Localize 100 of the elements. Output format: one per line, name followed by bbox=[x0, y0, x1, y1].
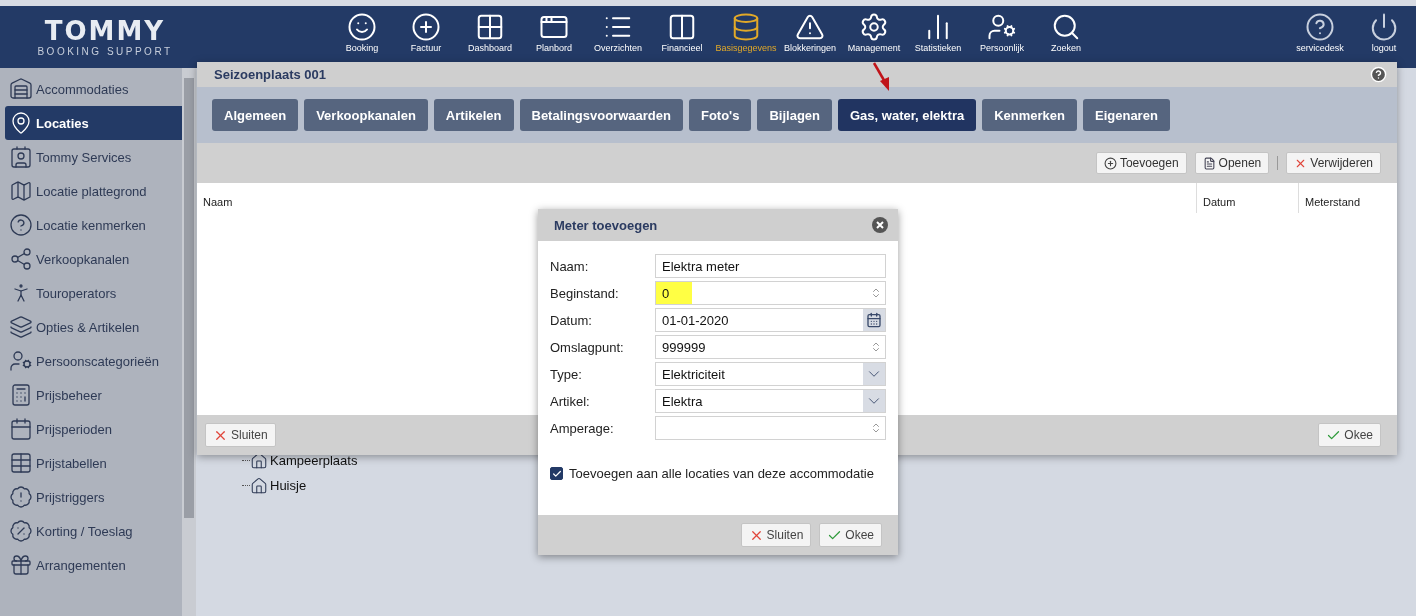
checkbox[interactable] bbox=[550, 467, 563, 480]
scrollbar[interactable] bbox=[182, 68, 196, 616]
tab[interactable]: Kenmerken bbox=[982, 99, 1077, 131]
tab[interactable]: Algemeen bbox=[212, 99, 299, 131]
column-header[interactable]: Datum bbox=[1196, 183, 1298, 213]
nav-item[interactable]: logout bbox=[1352, 6, 1416, 68]
field-label: Beginstand: bbox=[550, 285, 620, 301]
nav-item[interactable]: servicedesk bbox=[1288, 6, 1352, 68]
help-icon[interactable] bbox=[1370, 66, 1387, 83]
close-icon[interactable] bbox=[872, 217, 888, 233]
toolbar-button[interactable]: Openen bbox=[1194, 152, 1270, 174]
nav-item[interactable]: Dashboard bbox=[458, 6, 522, 68]
logo[interactable]: TOMMY BOOKING SUPPORT bbox=[0, 6, 330, 68]
sidebar-item[interactable]: Verkoopkanalen bbox=[5, 242, 182, 276]
nav-item[interactable]: Zoeken bbox=[1034, 6, 1098, 68]
map-icon bbox=[9, 179, 33, 203]
nav-item[interactable]: Financieel bbox=[650, 6, 714, 68]
database-icon bbox=[731, 12, 761, 42]
sidebar-item[interactable]: Prijsbeheer bbox=[5, 378, 182, 412]
nav-item[interactable]: Management bbox=[842, 6, 906, 68]
nav-item[interactable]: Blokkeringen bbox=[778, 6, 842, 68]
tab[interactable]: Foto's bbox=[688, 99, 752, 131]
dialog-button[interactable]: Sluiten bbox=[740, 523, 812, 547]
checkbox-label: Toevoegen aan alle locaties van deze accommodatie bbox=[569, 466, 874, 481]
percent-icon bbox=[9, 519, 33, 543]
document-icon bbox=[1202, 156, 1216, 170]
grid-icon bbox=[475, 12, 505, 42]
sidebar-item[interactable]: Tommy Services bbox=[5, 140, 182, 174]
map-pin-icon bbox=[9, 111, 33, 135]
sidebar-item[interactable]: Prijstabellen bbox=[5, 446, 182, 480]
field-label: Omslagpunt: bbox=[550, 339, 625, 355]
question-icon bbox=[9, 213, 33, 237]
columns-icon bbox=[667, 12, 697, 42]
table-icon bbox=[9, 451, 33, 475]
sidebar-item[interactable]: Opties & Artikelen bbox=[5, 310, 182, 344]
toolbar-button[interactable]: Toevoegen bbox=[1095, 152, 1187, 174]
nav-item[interactable]: Basisgegevens bbox=[714, 6, 778, 68]
nav-item[interactable]: Persoonlijk bbox=[970, 6, 1034, 68]
toolbar-button[interactable]: Verwijderen bbox=[1286, 152, 1381, 174]
column-header[interactable]: Naam bbox=[197, 183, 1196, 213]
gift-icon bbox=[9, 553, 33, 577]
spinner-icon[interactable] bbox=[870, 287, 882, 299]
spinner-icon[interactable] bbox=[870, 341, 882, 353]
sidebar-item[interactable]: Locaties bbox=[5, 106, 182, 140]
user-gear-icon bbox=[987, 12, 1017, 42]
sidebar-item[interactable]: Accommodaties bbox=[5, 72, 182, 106]
nav-item[interactable]: Overzichten bbox=[586, 6, 650, 68]
field-label: Naam: bbox=[550, 258, 590, 274]
field-label: Amperage: bbox=[550, 420, 615, 436]
sidebar-item[interactable]: Persoonscategorieën bbox=[5, 344, 182, 378]
tab[interactable]: Betalingsvoorwaarden bbox=[519, 99, 683, 131]
nav-item[interactable]: Planbord bbox=[522, 6, 586, 68]
input-field[interactable] bbox=[655, 416, 886, 440]
sidebar-item[interactable]: Touroperators bbox=[5, 276, 182, 310]
sidebar-item[interactable]: Locatie kenmerken bbox=[5, 208, 182, 242]
sidebar-item[interactable]: Locatie plattegrond bbox=[5, 174, 182, 208]
calculator-icon bbox=[9, 383, 33, 407]
building-icon bbox=[9, 77, 33, 101]
calendar-icon bbox=[9, 417, 33, 441]
tab[interactable]: Verkoopkanalen bbox=[304, 99, 428, 131]
id-card-icon bbox=[9, 145, 33, 169]
nav-item[interactable]: Factuur bbox=[394, 6, 458, 68]
dialog-button[interactable]: Sluiten bbox=[205, 423, 276, 447]
field-label: Datum: bbox=[550, 312, 593, 328]
input-field[interactable]: 999999 bbox=[655, 335, 886, 359]
tab[interactable]: Gas, water, elektra bbox=[838, 99, 977, 131]
house-icon bbox=[250, 476, 268, 495]
sidebar-item[interactable]: Prijsperioden bbox=[5, 412, 182, 446]
sidebar-item[interactable]: Korting / Toeslag bbox=[5, 514, 182, 548]
plus-circle-icon bbox=[1103, 156, 1117, 170]
warning-icon bbox=[795, 12, 825, 42]
sidebar-item[interactable]: Prijstriggers bbox=[5, 480, 182, 514]
tab[interactable]: Artikelen bbox=[433, 99, 514, 131]
network-icon bbox=[9, 247, 33, 271]
tree-item[interactable]: Kampeerplaats bbox=[270, 453, 358, 468]
spinner-icon[interactable] bbox=[870, 422, 882, 434]
search-icon bbox=[1051, 12, 1081, 42]
nav-item[interactable]: Statistieken bbox=[906, 6, 970, 68]
input-field[interactable]: Elektriciteit bbox=[655, 362, 886, 386]
calendar-icon[interactable] bbox=[866, 312, 882, 328]
field-label: Type: bbox=[550, 366, 583, 382]
field-label: Artikel: bbox=[550, 393, 591, 409]
plus-circle-icon bbox=[411, 12, 441, 42]
settings-icon bbox=[859, 12, 889, 42]
input-field[interactable]: 01-01-2020 bbox=[655, 308, 886, 332]
nav-item[interactable]: Booking bbox=[330, 6, 394, 68]
input-field[interactable]: 0 bbox=[655, 281, 886, 305]
help-icon bbox=[1305, 12, 1335, 42]
tab[interactable]: Eigenaren bbox=[1083, 99, 1170, 131]
input-field[interactable]: Elektra bbox=[655, 389, 886, 413]
tree-item[interactable]: Huisje bbox=[270, 478, 307, 493]
tab[interactable]: Bijlagen bbox=[757, 99, 832, 131]
sidebar-item[interactable]: Arrangementen bbox=[5, 548, 182, 582]
dialog-button[interactable]: Okee bbox=[819, 523, 882, 547]
annotation-arrow-drawing bbox=[872, 62, 892, 92]
input-field[interactable]: Elektra meter bbox=[655, 254, 886, 278]
column-header[interactable]: Meterstand bbox=[1298, 183, 1397, 213]
alert-icon bbox=[9, 485, 33, 509]
dialog-button[interactable]: Okee bbox=[1318, 423, 1381, 447]
layers-icon bbox=[9, 315, 33, 339]
